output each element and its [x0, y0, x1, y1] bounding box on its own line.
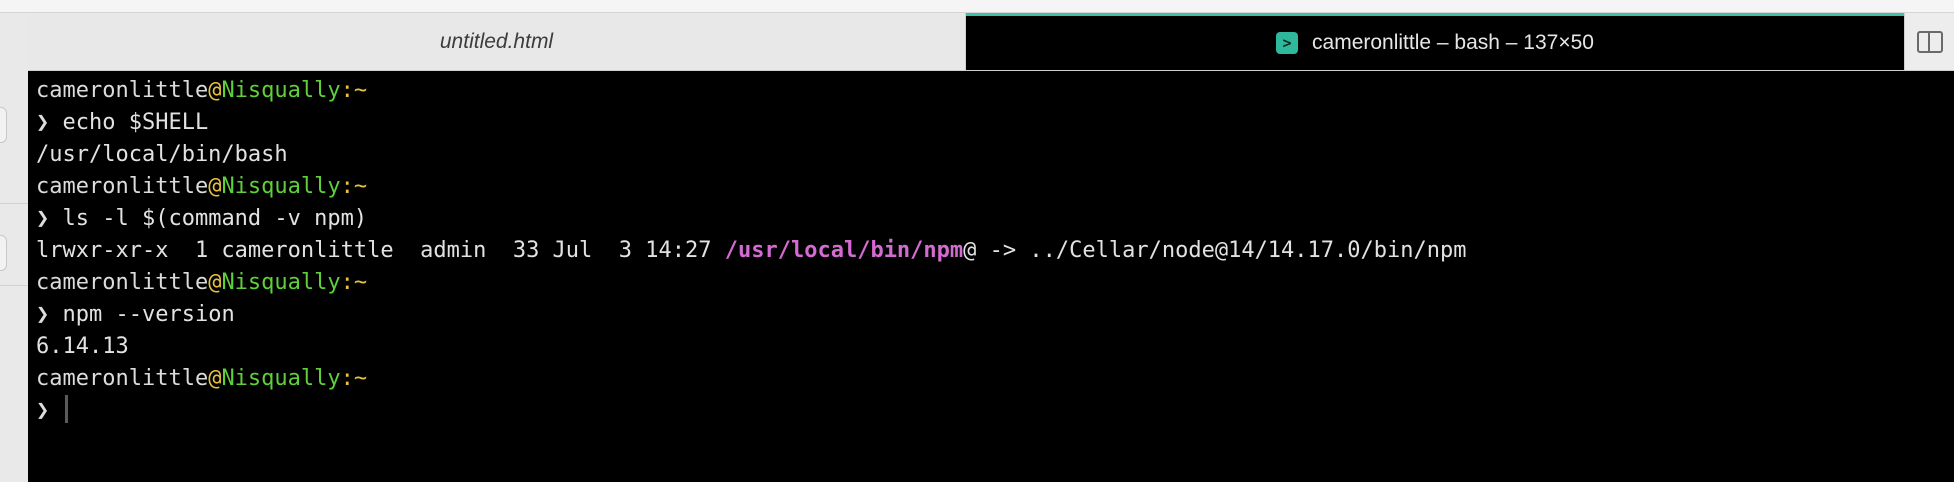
split-view-icon [1916, 30, 1943, 53]
prompt-line: cameronlittle@Nisqually:~ [36, 363, 1954, 395]
tab-untitled-html[interactable]: untitled.html [28, 13, 966, 70]
output-line: lrwxr-xr-x 1 cameronlittle admin 33 Jul … [36, 235, 1954, 267]
prompt-colon: : [340, 270, 354, 295]
symlink-path: /usr/local/bin/npm [724, 238, 964, 263]
command-text: ls -l $(command -v npm) [62, 206, 368, 231]
text-cursor [64, 395, 68, 423]
prompt-user: cameronlittle [36, 174, 209, 199]
gutter-handle[interactable] [0, 107, 7, 143]
output-line: /usr/local/bin/bash [36, 142, 288, 167]
tab-label: untitled.html [439, 29, 554, 53]
prompt-dir: ~ [353, 78, 368, 103]
tab-bar: untitled.html > cameronlittle – bash – 1… [28, 13, 1954, 71]
prompt-arrow: ❯ [36, 110, 50, 135]
command-text: echo $SHELL [62, 110, 209, 135]
prompt-arrow: ❯ [36, 206, 50, 231]
tab-label: cameronlittle – bash – 137×50 [1312, 31, 1594, 54]
window-top-strip [0, 0, 1954, 13]
gutter-divider [0, 203, 28, 204]
prompt-line: cameronlittle@Nisqually:~ [36, 171, 1954, 203]
split-view-button[interactable] [1904, 13, 1954, 70]
prompt-colon: : [340, 174, 354, 199]
prompt-user: cameronlittle [36, 270, 209, 295]
command-line: ❯ npm --version [36, 299, 1954, 331]
prompt-line: cameronlittle@Nisqually:~ [36, 75, 1954, 107]
prompt-arrow: ❯ [36, 302, 50, 327]
prompt-host: Nisqually [221, 78, 341, 103]
terminal-output[interactable]: cameronlittle@Nisqually:~ ❯ echo $SHELL … [28, 71, 1954, 482]
terminal-icon: > [1276, 32, 1299, 54]
command-line: ❯ ls -l $(command -v npm) [36, 203, 1954, 235]
prompt-user: cameronlittle [36, 366, 209, 391]
tab-bash[interactable]: > cameronlittle – bash – 137×50 [966, 13, 1904, 70]
prompt-host: Nisqually [221, 270, 341, 295]
prompt-dir: ~ [353, 366, 368, 391]
prompt-colon: : [340, 78, 354, 103]
prompt-user: cameronlittle [36, 78, 209, 103]
output-line: 6.14.13 [36, 334, 129, 359]
gutter-handle[interactable] [0, 235, 7, 271]
prompt-at: @ [208, 270, 222, 295]
output-text: @ -> ../Cellar/node@14/14.17.0/bin/npm [963, 238, 1467, 263]
command-text: npm --version [62, 302, 235, 327]
prompt-at: @ [208, 366, 222, 391]
output-text: lrwxr-xr-x 1 cameronlittle admin 33 Jul … [36, 238, 725, 263]
prompt-host: Nisqually [221, 174, 341, 199]
terminal-window: untitled.html > cameronlittle – bash – 1… [0, 0, 1954, 482]
prompt-at: @ [208, 174, 222, 199]
prompt-colon: : [340, 366, 354, 391]
command-line: ❯ echo $SHELL [36, 107, 1954, 139]
left-gutter [0, 13, 29, 482]
prompt-dir: ~ [353, 270, 368, 295]
prompt-line: cameronlittle@Nisqually:~ [36, 267, 1954, 299]
prompt-host: Nisqually [221, 366, 341, 391]
prompt-dir: ~ [353, 174, 368, 199]
prompt-at: @ [208, 78, 222, 103]
gutter-divider [0, 285, 28, 286]
command-line: ❯ [36, 395, 1954, 427]
prompt-arrow: ❯ [36, 398, 50, 423]
